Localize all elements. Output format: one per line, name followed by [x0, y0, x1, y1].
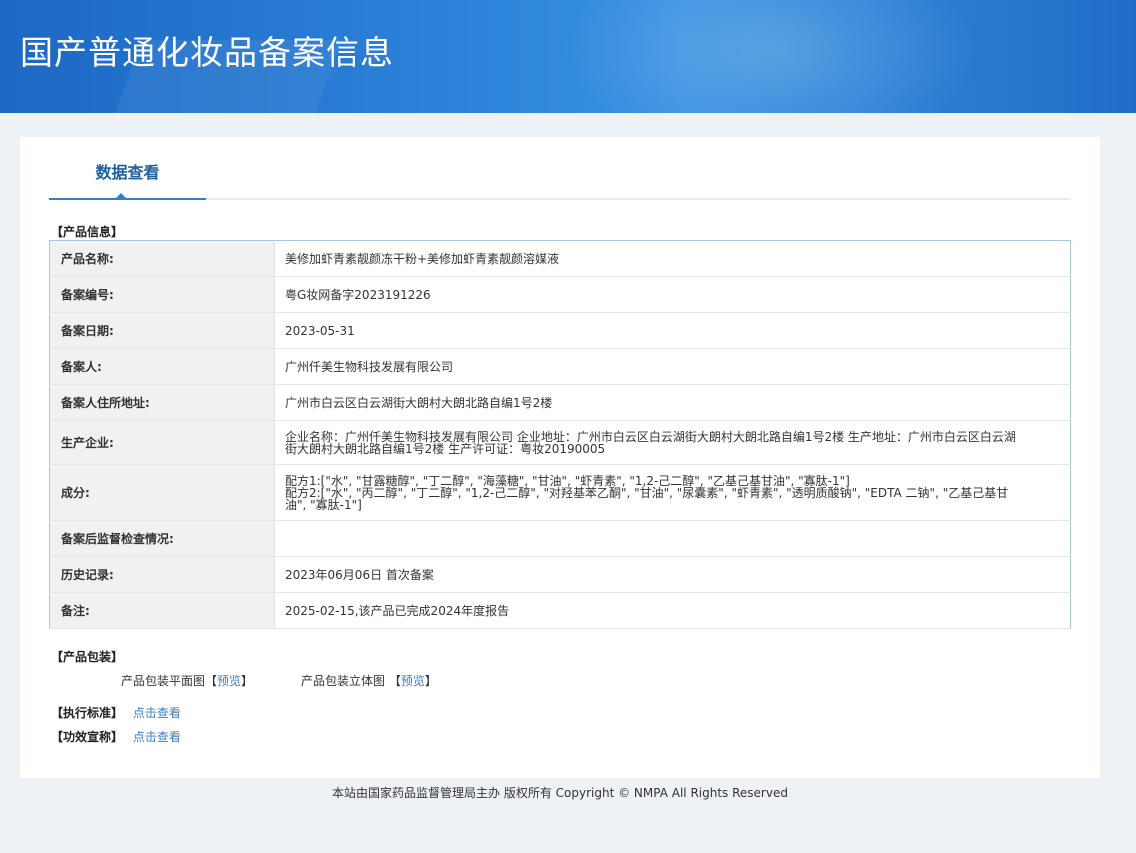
row-label: 备案后监督检查情况:	[49, 520, 275, 557]
formula-1: 配方1:["水", "甘露糖醇", "丁二醇", "海藻糖", "甘油", "虾…	[285, 473, 850, 488]
table-row: 备案人住所地址: 广州市白云区白云湖街大朗村大朗北路自编1号2楼	[49, 384, 1071, 421]
efficacy-view-link[interactable]: 点击查看	[133, 730, 181, 744]
table-row: 备案日期: 2023-05-31	[49, 312, 1071, 349]
table-row: 备注: 2025-02-15,该产品已完成2024年度报告	[49, 592, 1071, 629]
table-row: 备案后监督检查情况:	[49, 520, 1071, 557]
footer-copyright: 本站由国家药品监督管理局主办 版权所有 Copyright © NMPA All…	[332, 786, 788, 800]
tab-bar: 数据查看	[49, 137, 1071, 200]
row-label: 备案编号:	[49, 276, 275, 313]
row-label: 成分:	[49, 464, 275, 521]
row-value: 广州市白云区白云湖街大朗村大朗北路自编1号2楼	[274, 384, 1071, 421]
table-row: 生产企业: 企业名称：广州仟美生物科技发展有限公司 企业地址：广州市白云区白云湖…	[49, 420, 1071, 465]
bracket-close: 】	[424, 674, 437, 688]
row-value	[274, 520, 1071, 557]
preview-link-3d[interactable]: 预览	[401, 674, 425, 688]
section-label-packaging: 【产品包装】	[51, 650, 124, 664]
row-value: 2023-05-31	[274, 312, 1071, 349]
table-row: 备案编号: 粤G妆网备字2023191226	[49, 276, 1071, 313]
bracket-open: 【	[388, 674, 401, 688]
formula-2: 配方2:["水", "丙二醇", "丁二醇", "1,2-己二醇", "对羟基苯…	[285, 485, 1009, 512]
page-title: 国产普通化妆品备案信息	[20, 33, 394, 72]
row-value: 美修加虾青素靓颜冻干粉+美修加虾青素靓颜溶媒液	[274, 240, 1071, 277]
row-label: 历史记录:	[49, 556, 275, 593]
tab-data-view[interactable]: 数据查看	[49, 137, 206, 200]
header-banner: 国产普通化妆品备案信息	[0, 0, 1136, 113]
row-label: 备注:	[49, 592, 275, 629]
tab-label: 数据查看	[95, 163, 160, 182]
product-info-table: 产品名称: 美修加虾青素靓颜冻干粉+美修加虾青素靓颜溶媒液 备案编号: 粤G妆网…	[49, 240, 1071, 629]
standard-view-link[interactable]: 点击查看	[133, 706, 181, 720]
row-value: 配方1:["水", "甘露糖醇", "丁二醇", "海藻糖", "甘油", "虾…	[274, 464, 1071, 521]
table-row: 成分: 配方1:["水", "甘露糖醇", "丁二醇", "海藻糖", "甘油"…	[49, 464, 1071, 521]
row-value: 2023年06月06日 首次备案	[274, 556, 1071, 593]
bracket-close: 】	[241, 674, 254, 688]
packaging-item-label: 产品包装立体图	[301, 674, 386, 688]
row-value: 企业名称：广州仟美生物科技发展有限公司 企业地址：广州市白云区白云湖街大朗村大朗…	[274, 420, 1071, 465]
banner-decoration	[560, 0, 980, 113]
row-label: 备案日期:	[49, 312, 275, 349]
standard-row: 【执行标准】 点击查看	[51, 704, 181, 721]
packaging-item-label: 产品包装平面图	[121, 674, 206, 688]
content-panel: 数据查看 【产品信息】 产品名称: 美修加虾青素靓颜冻干粉+美修加虾青素靓颜溶媒…	[20, 137, 1100, 778]
efficacy-label: 【功效宣称】	[51, 730, 124, 744]
row-label: 备案人住所地址:	[49, 384, 275, 421]
efficacy-row: 【功效宣称】 点击查看	[51, 728, 181, 745]
tab-active-indicator	[115, 193, 127, 199]
row-value: 粤G妆网备字2023191226	[274, 276, 1071, 313]
table-row: 历史记录: 2023年06月06日 首次备案	[49, 556, 1071, 593]
standard-label: 【执行标准】	[51, 706, 124, 720]
row-value: 广州仟美生物科技发展有限公司	[274, 348, 1071, 385]
table-row: 备案人: 广州仟美生物科技发展有限公司	[49, 348, 1071, 385]
preview-link-flat[interactable]: 预览	[217, 674, 241, 688]
packaging-item-flat: 产品包装平面图【预览】	[121, 672, 253, 689]
row-value: 2025-02-15,该产品已完成2024年度报告	[274, 592, 1071, 629]
table-row: 产品名称: 美修加虾青素靓颜冻干粉+美修加虾青素靓颜溶媒液	[49, 240, 1071, 277]
section-label-product-info: 【产品信息】	[51, 225, 124, 239]
bracket-open: 【	[205, 674, 218, 688]
row-label: 备案人:	[49, 348, 275, 385]
row-label: 产品名称:	[49, 240, 275, 277]
packaging-item-3d: 产品包装立体图 【预览】	[301, 672, 437, 689]
row-label: 生产企业:	[49, 420, 275, 465]
